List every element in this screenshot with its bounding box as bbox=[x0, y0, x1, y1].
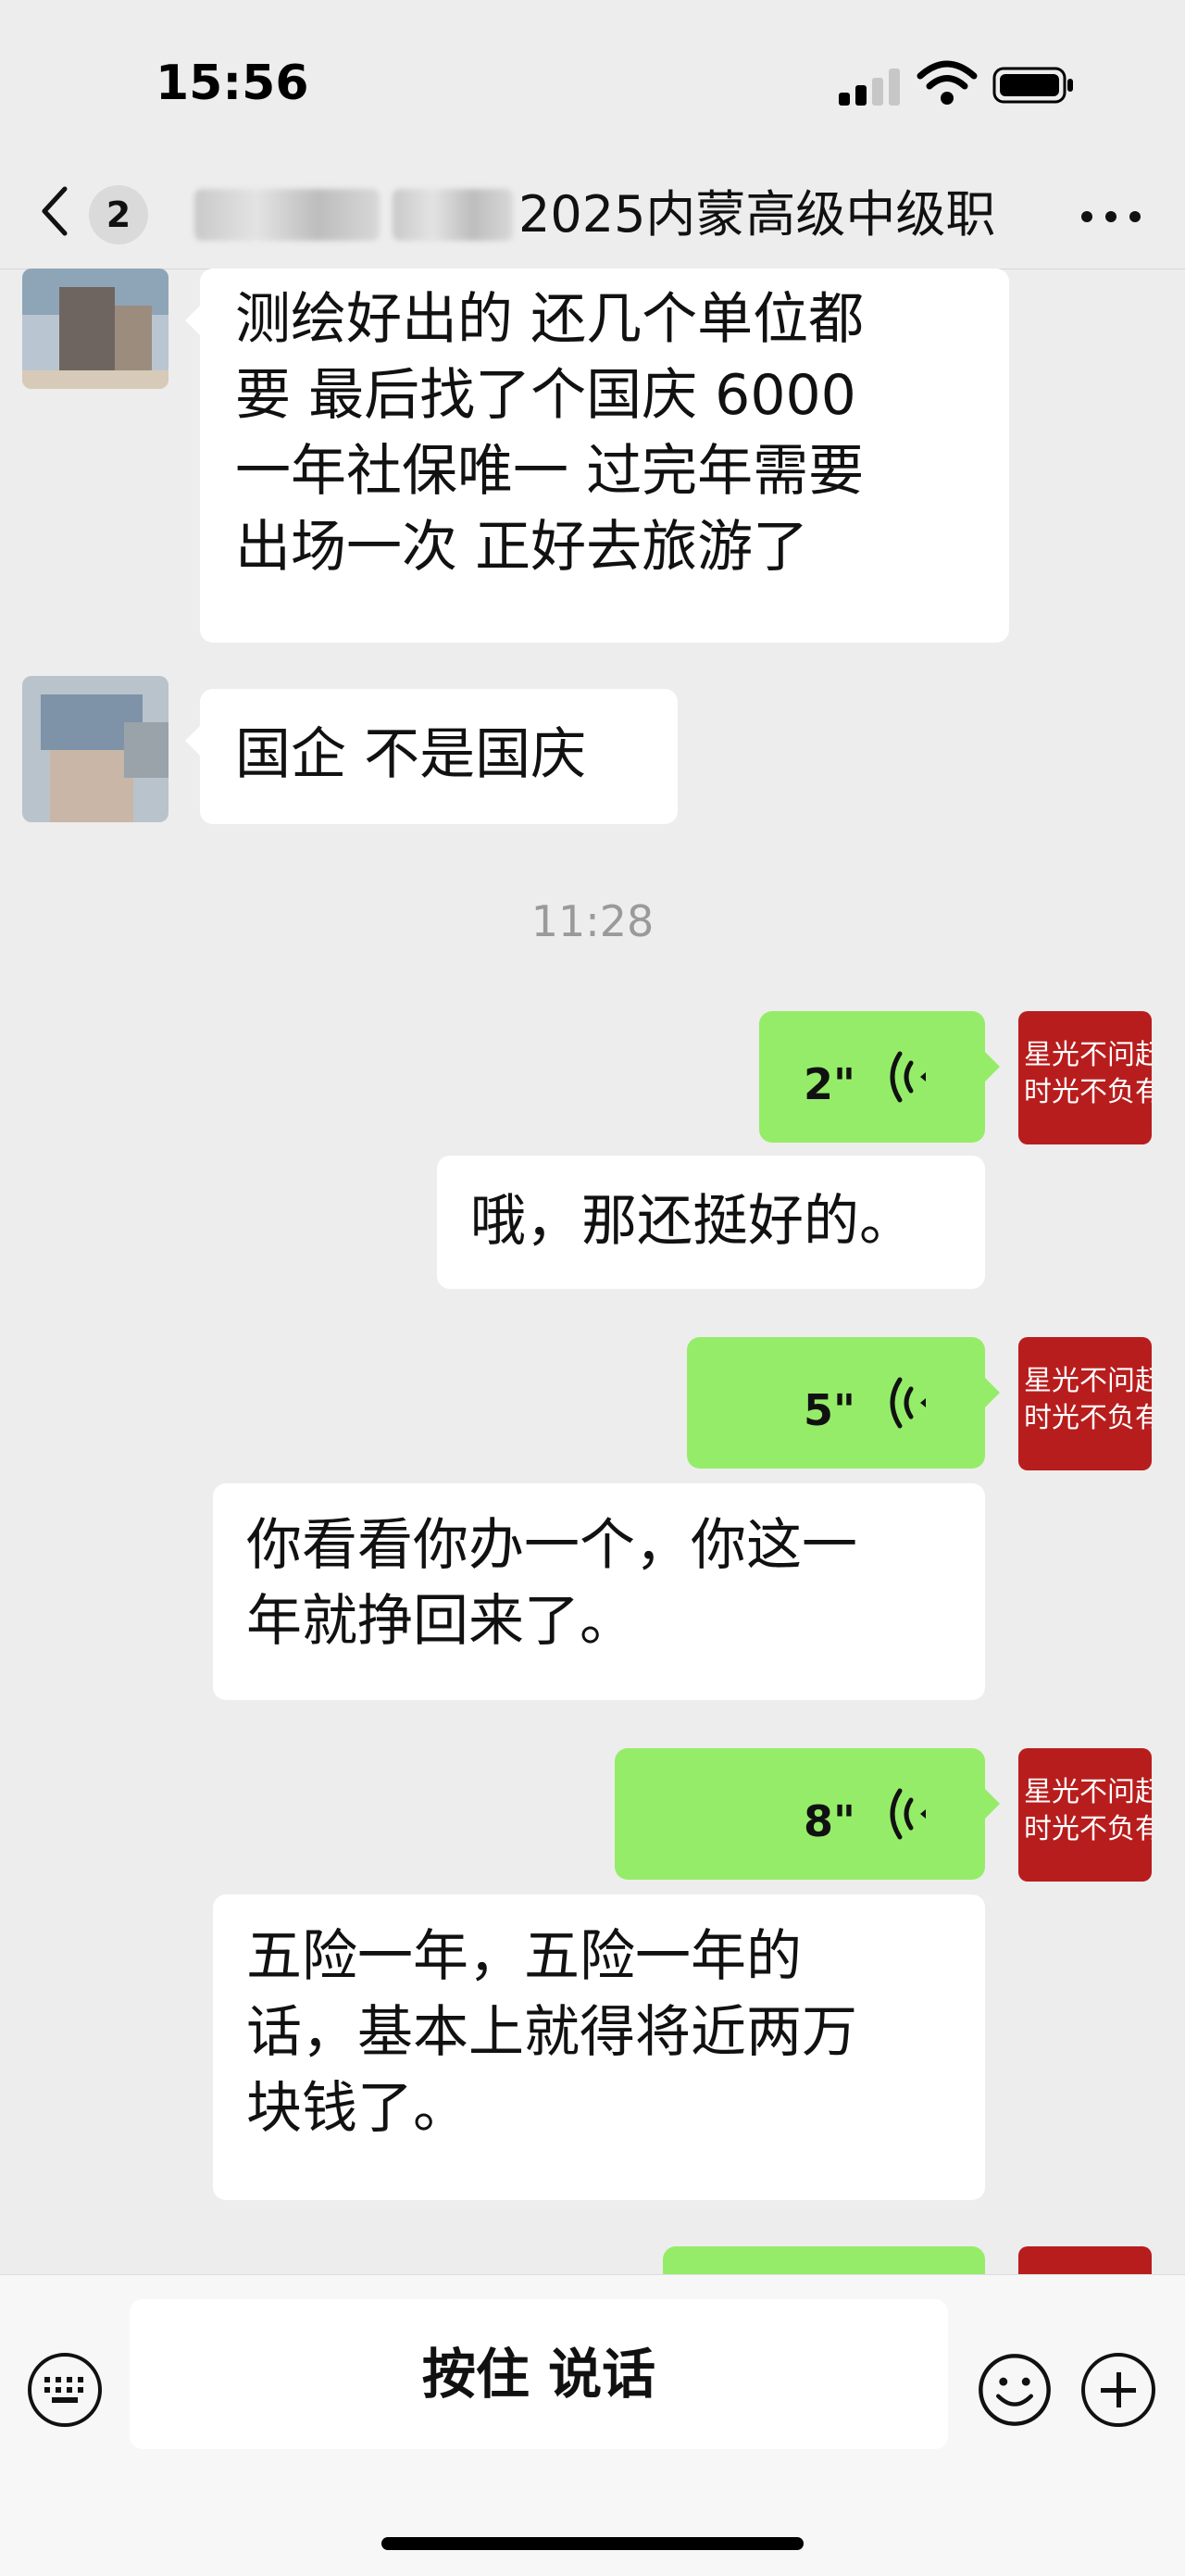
message-text: 国企 不是国庆 bbox=[235, 717, 650, 793]
hold-to-talk-button[interactable]: 按住 说话 bbox=[130, 2299, 948, 2449]
voice-message-bubble[interactable]: 5" bbox=[687, 1337, 1000, 1469]
input-bar: 按住 说话 bbox=[0, 2274, 1185, 2576]
blurred-name-2 bbox=[393, 189, 513, 241]
avatar-image bbox=[22, 676, 168, 822]
transcript-text: 你看看你办一个，你这一 年就挣回来了。 bbox=[246, 1507, 957, 1659]
back-icon[interactable] bbox=[37, 183, 74, 239]
avatar-text: 时光不负有心 bbox=[1024, 1076, 1152, 1108]
message-line: 话，基本上就得将近两万 bbox=[246, 2000, 857, 2065]
voice-message-bubble[interactable]: 2" bbox=[759, 1011, 1000, 1143]
message-line: 块钱了。 bbox=[246, 2076, 468, 2141]
voice-transcript-bubble[interactable]: 五险一年，五险一年的 话，基本上就得将近两万 块钱了。 bbox=[213, 1894, 985, 2200]
avatar-text: 时光不负有心 bbox=[1024, 1813, 1152, 1845]
transcript-text: 五险一年，五险一年的 话，基本上就得将近两万 块钱了。 bbox=[246, 1919, 957, 2146]
self-avatar[interactable]: 星光不问赶路 时光不负有心 bbox=[1018, 1011, 1152, 1144]
avatar-text: 星光不问赶路 bbox=[1024, 1365, 1152, 1397]
plus-icon[interactable] bbox=[1081, 2353, 1155, 2427]
status-time: 15:56 bbox=[156, 56, 309, 111]
message-line: 要 最后找了个国庆 6000 bbox=[235, 363, 856, 428]
transcript-text: 哦，那还挺好的。 bbox=[470, 1183, 957, 1259]
voice-wave-icon bbox=[890, 1051, 926, 1103]
avatar-image bbox=[22, 269, 168, 389]
message-line: 你看看你办一个，你这一 bbox=[246, 1513, 857, 1578]
voice-duration: 5" bbox=[804, 1385, 855, 1435]
keyboard-icon[interactable] bbox=[28, 2353, 102, 2427]
message-line: 五险一年，五险一年的 bbox=[246, 1924, 802, 1989]
self-avatar[interactable]: 星光不问赶路 时光不负有心 bbox=[1018, 1748, 1152, 1882]
voice-message-bubble[interactable]: 8" bbox=[615, 1748, 1000, 1880]
avatar-text: 时光不负有心 bbox=[1024, 1402, 1152, 1434]
message-line: 一年社保唯一 过完年需要 bbox=[235, 439, 865, 504]
message-bubble[interactable]: 测绘好出的 还几个单位都 要 最后找了个国庆 6000 一年社保唯一 过完年需要… bbox=[185, 269, 1009, 643]
message-line: 国企 不是国庆 bbox=[235, 722, 587, 787]
voice-duration: 2" bbox=[804, 1059, 855, 1109]
avatar-text: 星光不问赶路 bbox=[1024, 1776, 1152, 1808]
home-indicator bbox=[381, 2537, 804, 2550]
voice-wave-icon bbox=[890, 1377, 926, 1429]
wifi-icon bbox=[917, 60, 978, 105]
cellular-signal-icon bbox=[839, 69, 900, 106]
voice-transcript-bubble[interactable]: 哦，那还挺好的。 bbox=[437, 1156, 985, 1289]
contact-avatar[interactable] bbox=[22, 676, 168, 822]
message-line: 测绘好出的 还几个单位都 bbox=[235, 287, 865, 352]
message-line: 出场一次 正好去旅游了 bbox=[235, 515, 809, 580]
message-text: 测绘好出的 还几个单位都 要 最后找了个国庆 6000 一年社保唯一 过完年需要… bbox=[235, 281, 981, 585]
blurred-name-1 bbox=[194, 189, 380, 241]
voice-duration: 8" bbox=[804, 1796, 855, 1846]
battery-icon bbox=[992, 67, 1073, 104]
chat-title[interactable]: 2025内蒙高级中级职 bbox=[518, 176, 1018, 254]
avatar-text: 星光不问赶路 bbox=[1024, 1039, 1152, 1071]
emoji-icon[interactable] bbox=[978, 2353, 1052, 2427]
voice-transcript-bubble[interactable]: 你看看你办一个，你这一 年就挣回来了。 bbox=[213, 1483, 985, 1700]
message-bubble[interactable]: 国企 不是国庆 bbox=[185, 689, 678, 824]
timestamp: 11:28 bbox=[530, 896, 655, 946]
chat-header: 2 2025内蒙高级中级职 bbox=[0, 157, 1185, 269]
more-icon[interactable] bbox=[1081, 211, 1141, 222]
message-line: 年就挣回来了。 bbox=[246, 1589, 635, 1654]
self-avatar[interactable]: 星光不问赶路 时光不负有心 bbox=[1018, 1337, 1152, 1470]
message-line: 哦，那还挺好的。 bbox=[470, 1189, 915, 1254]
voice-wave-icon bbox=[890, 1788, 926, 1840]
contact-avatar[interactable] bbox=[22, 269, 168, 389]
unread-badge[interactable]: 2 bbox=[89, 185, 148, 244]
